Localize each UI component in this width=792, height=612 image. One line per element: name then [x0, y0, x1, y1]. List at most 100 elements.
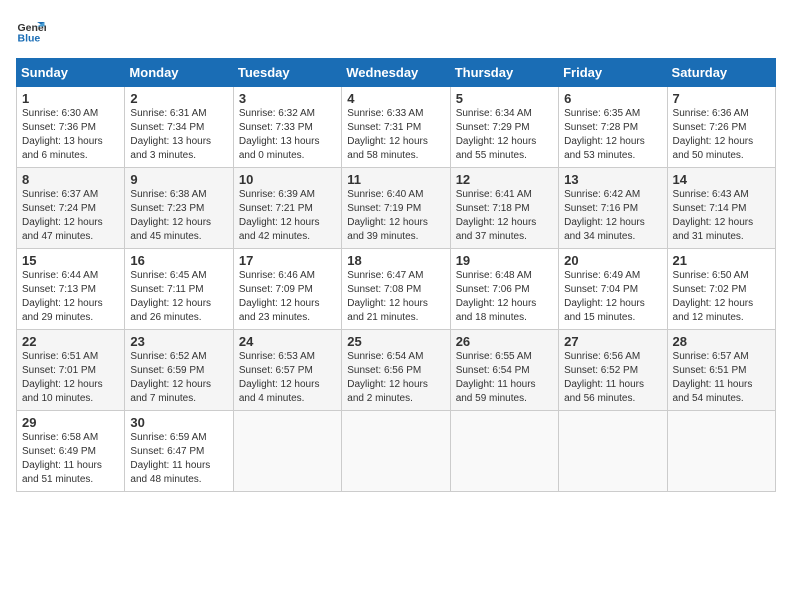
calendar-week-2: 8 Sunrise: 6:37 AMSunset: 7:24 PMDaylight…	[17, 168, 776, 249]
day-number: 6	[564, 91, 661, 106]
day-number: 8	[22, 172, 119, 187]
calendar-cell: 23Sunrise: 6:52 AMSunset: 6:59 PMDayligh…	[125, 330, 233, 411]
calendar-cell	[450, 411, 558, 492]
calendar-cell: 3 Sunrise: 6:32 AMSunset: 7:33 PMDaylight…	[233, 87, 341, 168]
day-info: Sunrise: 6:47 AMSunset: 7:08 PMDaylight:…	[347, 270, 428, 323]
calendar-header-row: SundayMondayTuesdayWednesdayThursdayFrid…	[17, 59, 776, 87]
day-info: Sunrise: 6:52 AMSunset: 6:59 PMDaylight:…	[130, 351, 211, 404]
day-info: Sunrise: 6:54 AMSunset: 6:56 PMDaylight:…	[347, 351, 428, 404]
calendar-cell: 26 Sunrise: 6:55 AMSunset: 6:54 PMDayligh…	[450, 330, 558, 411]
day-number: 10	[239, 172, 336, 187]
calendar-cell	[342, 411, 450, 492]
day-info: Sunrise: 6:45 AMSunset: 7:11 PMDaylight:…	[130, 270, 211, 323]
day-info: Sunrise: 6:48 AMSunset: 7:06 PMDaylight:…	[456, 270, 537, 323]
calendar-cell: 2 Sunrise: 6:31 AMSunset: 7:34 PMDaylight…	[125, 87, 233, 168]
day-number: 3	[239, 91, 336, 106]
calendar-cell: 16Sunrise: 6:45 AMSunset: 7:11 PMDayligh…	[125, 249, 233, 330]
calendar-cell: 5 Sunrise: 6:34 AMSunset: 7:29 PMDaylight…	[450, 87, 558, 168]
day-info: Sunrise: 6:53 AMSunset: 6:57 PMDaylight:…	[239, 351, 320, 404]
day-number: 12	[456, 172, 553, 187]
day-number: 24	[239, 334, 336, 349]
calendar-cell: 25Sunrise: 6:54 AMSunset: 6:56 PMDayligh…	[342, 330, 450, 411]
calendar-cell: 24 Sunrise: 6:53 AMSunset: 6:57 PMDayligh…	[233, 330, 341, 411]
calendar-cell: 10 Sunrise: 6:39 AMSunset: 7:21 PMDayligh…	[233, 168, 341, 249]
calendar-week-4: 22Sunrise: 6:51 AMSunset: 7:01 PMDayligh…	[17, 330, 776, 411]
logo: General Blue	[16, 16, 50, 46]
day-info: Sunrise: 6:34 AMSunset: 7:29 PMDaylight:…	[456, 108, 537, 161]
day-info: Sunrise: 6:51 AMSunset: 7:01 PMDaylight:…	[22, 351, 103, 404]
calendar-cell: 13 Sunrise: 6:42 AMSunset: 7:16 PMDayligh…	[559, 168, 667, 249]
day-info: Sunrise: 6:44 AMSunset: 7:13 PMDaylight:…	[22, 270, 103, 323]
day-info: Sunrise: 6:32 AMSunset: 7:33 PMDaylight:…	[239, 108, 320, 161]
calendar-cell: 11 Sunrise: 6:40 AMSunset: 7:19 PMDayligh…	[342, 168, 450, 249]
day-number: 4	[347, 91, 444, 106]
weekday-header-wednesday: Wednesday	[342, 59, 450, 87]
day-info: Sunrise: 6:41 AMSunset: 7:18 PMDaylight:…	[456, 189, 537, 242]
page-header: General Blue	[16, 16, 776, 46]
weekday-header-tuesday: Tuesday	[233, 59, 341, 87]
calendar-table: SundayMondayTuesdayWednesdayThursdayFrid…	[16, 58, 776, 492]
day-number: 28	[673, 334, 770, 349]
calendar-cell: 6 Sunrise: 6:35 AMSunset: 7:28 PMDaylight…	[559, 87, 667, 168]
day-number: 7	[673, 91, 770, 106]
day-info: Sunrise: 6:35 AMSunset: 7:28 PMDaylight:…	[564, 108, 645, 161]
day-number: 9	[130, 172, 227, 187]
day-info: Sunrise: 6:37 AMSunset: 7:24 PMDaylight:…	[22, 189, 103, 242]
day-info: Sunrise: 6:46 AMSunset: 7:09 PMDaylight:…	[239, 270, 320, 323]
day-info: Sunrise: 6:58 AMSunset: 6:49 PMDaylight:…	[22, 432, 102, 485]
weekday-header-friday: Friday	[559, 59, 667, 87]
calendar-cell: 22Sunrise: 6:51 AMSunset: 7:01 PMDayligh…	[17, 330, 125, 411]
day-info: Sunrise: 6:59 AMSunset: 6:47 PMDaylight:…	[130, 432, 210, 485]
day-number: 14	[673, 172, 770, 187]
day-info: Sunrise: 6:39 AMSunset: 7:21 PMDaylight:…	[239, 189, 320, 242]
day-number: 13	[564, 172, 661, 187]
day-number: 20	[564, 253, 661, 268]
day-info: Sunrise: 6:40 AMSunset: 7:19 PMDaylight:…	[347, 189, 428, 242]
day-info: Sunrise: 6:33 AMSunset: 7:31 PMDaylight:…	[347, 108, 428, 161]
day-info: Sunrise: 6:42 AMSunset: 7:16 PMDaylight:…	[564, 189, 645, 242]
day-number: 11	[347, 172, 444, 187]
day-number: 19	[456, 253, 553, 268]
day-info: Sunrise: 6:38 AMSunset: 7:23 PMDaylight:…	[130, 189, 211, 242]
calendar-cell: 9 Sunrise: 6:38 AMSunset: 7:23 PMDaylight…	[125, 168, 233, 249]
calendar-cell: 14 Sunrise: 6:43 AMSunset: 7:14 PMDayligh…	[667, 168, 775, 249]
calendar-cell: 30 Sunrise: 6:59 AMSunset: 6:47 PMDayligh…	[125, 411, 233, 492]
calendar-cell: 21 Sunrise: 6:50 AMSunset: 7:02 PMDayligh…	[667, 249, 775, 330]
day-info: Sunrise: 6:55 AMSunset: 6:54 PMDaylight:…	[456, 351, 536, 404]
calendar-cell: 8 Sunrise: 6:37 AMSunset: 7:24 PMDaylight…	[17, 168, 125, 249]
day-info: Sunrise: 6:56 AMSunset: 6:52 PMDaylight:…	[564, 351, 644, 404]
logo-icon: General Blue	[16, 16, 46, 46]
calendar-cell	[233, 411, 341, 492]
day-number: 17	[239, 253, 336, 268]
weekday-header-sunday: Sunday	[17, 59, 125, 87]
day-info: Sunrise: 6:31 AMSunset: 7:34 PMDaylight:…	[130, 108, 211, 161]
day-info: Sunrise: 6:30 AMSunset: 7:36 PMDaylight:…	[22, 108, 103, 161]
calendar-cell: 17 Sunrise: 6:46 AMSunset: 7:09 PMDayligh…	[233, 249, 341, 330]
day-number: 27	[564, 334, 661, 349]
weekday-header-monday: Monday	[125, 59, 233, 87]
day-number: 26	[456, 334, 553, 349]
svg-text:Blue: Blue	[18, 33, 41, 45]
calendar-week-1: 1 Sunrise: 6:30 AMSunset: 7:36 PMDaylight…	[17, 87, 776, 168]
calendar-cell	[559, 411, 667, 492]
calendar-cell: 27 Sunrise: 6:56 AMSunset: 6:52 PMDayligh…	[559, 330, 667, 411]
day-number: 18	[347, 253, 444, 268]
day-number: 21	[673, 253, 770, 268]
day-number: 1	[22, 91, 119, 106]
day-number: 2	[130, 91, 227, 106]
day-info: Sunrise: 6:43 AMSunset: 7:14 PMDaylight:…	[673, 189, 754, 242]
calendar-cell: 15 Sunrise: 6:44 AMSunset: 7:13 PMDayligh…	[17, 249, 125, 330]
day-info: Sunrise: 6:50 AMSunset: 7:02 PMDaylight:…	[673, 270, 754, 323]
day-number: 5	[456, 91, 553, 106]
day-number: 29	[22, 415, 119, 430]
day-number: 15	[22, 253, 119, 268]
calendar-cell: 7Sunrise: 6:36 AMSunset: 7:26 PMDaylight…	[667, 87, 775, 168]
calendar-cell: 12 Sunrise: 6:41 AMSunset: 7:18 PMDayligh…	[450, 168, 558, 249]
weekday-header-thursday: Thursday	[450, 59, 558, 87]
day-number: 30	[130, 415, 227, 430]
calendar-cell: 20Sunrise: 6:49 AMSunset: 7:04 PMDayligh…	[559, 249, 667, 330]
calendar-week-5: 29 Sunrise: 6:58 AMSunset: 6:49 PMDayligh…	[17, 411, 776, 492]
weekday-header-saturday: Saturday	[667, 59, 775, 87]
calendar-cell: 19 Sunrise: 6:48 AMSunset: 7:06 PMDayligh…	[450, 249, 558, 330]
day-info: Sunrise: 6:57 AMSunset: 6:51 PMDaylight:…	[673, 351, 753, 404]
